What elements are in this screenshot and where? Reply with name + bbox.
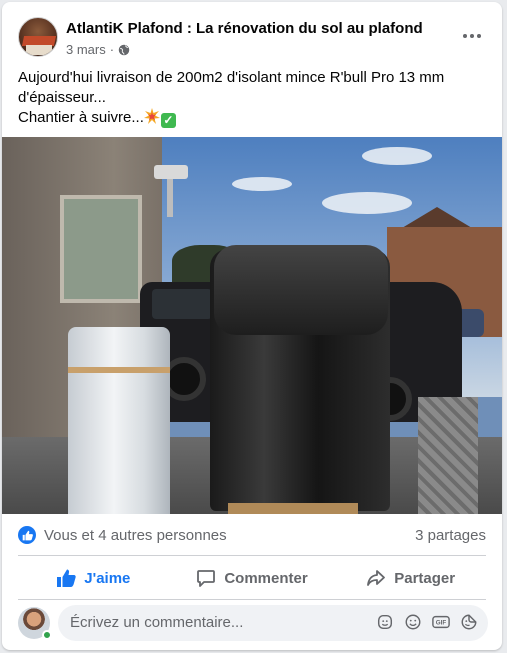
action-bar: J'aime Commenter Partager xyxy=(14,558,490,598)
comment-placeholder: Écrivez un commentaire... xyxy=(70,614,244,631)
post-text-line-3: Chantier à suivre... xyxy=(18,109,144,126)
post-text-line-2: d'épaisseur... xyxy=(18,89,106,106)
globe-icon xyxy=(118,44,130,55)
gif-icon[interactable]: GIF xyxy=(432,613,450,631)
thumbs-up-icon xyxy=(57,569,76,587)
post-text-line-3-wrap: Chantier à suivre... ✓ xyxy=(18,108,488,128)
page-name[interactable]: AtlantiK Plafond : La rénovation du sol … xyxy=(66,20,423,37)
like-button[interactable]: J'aime xyxy=(14,558,173,598)
divider-bottom xyxy=(18,599,486,600)
post-header: AtlantiK Plafond : La rénovation du sol … xyxy=(2,2,502,68)
divider-top xyxy=(18,555,486,556)
shares-count[interactable]: 3 partages xyxy=(415,527,486,544)
comment-bubble-icon xyxy=(197,570,216,587)
comment-button[interactable]: Commenter xyxy=(173,558,332,598)
collision-emoji-icon xyxy=(143,108,160,124)
reactions-text[interactable]: Vous et 4 autres personnes xyxy=(44,527,227,544)
comment-tools: GIF xyxy=(376,613,478,631)
comment-composer: Écrivez un commentaire... GIF xyxy=(18,605,488,641)
like-label: J'aime xyxy=(84,569,131,587)
post-text: Aujourd'hui livraison de 200m2 d'isolant… xyxy=(18,68,488,128)
post-photo[interactable] xyxy=(2,137,502,514)
comment-label: Commenter xyxy=(224,569,308,587)
meta-separator: · xyxy=(109,42,115,57)
post-card: AtlantiK Plafond : La rénovation du sol … xyxy=(2,2,502,650)
share-label: Partager xyxy=(394,569,456,587)
page-avatar[interactable] xyxy=(18,17,58,57)
share-button[interactable]: Partager xyxy=(331,558,490,598)
reactions-row: Vous et 4 autres personnes 3 partages xyxy=(18,523,486,547)
like-reaction-icon xyxy=(18,526,36,544)
more-options-button[interactable] xyxy=(460,24,484,48)
post-date[interactable]: 3 mars xyxy=(66,42,106,57)
post-meta: 3 mars · xyxy=(66,42,130,57)
emoji-icon[interactable] xyxy=(404,613,422,631)
online-status-icon xyxy=(42,630,52,640)
check-mark-emoji-icon: ✓ xyxy=(160,113,176,128)
post-text-line-1: Aujourd'hui livraison de 200m2 d'isolant… xyxy=(18,69,445,86)
svg-text:GIF: GIF xyxy=(436,620,447,627)
comment-input[interactable]: Écrivez un commentaire... GIF xyxy=(58,605,488,641)
avatar-sticker-icon[interactable] xyxy=(376,613,394,631)
share-arrow-icon xyxy=(367,570,386,586)
reactions-summary[interactable]: Vous et 4 autres personnes xyxy=(18,526,227,544)
sticker-icon[interactable] xyxy=(460,613,478,631)
